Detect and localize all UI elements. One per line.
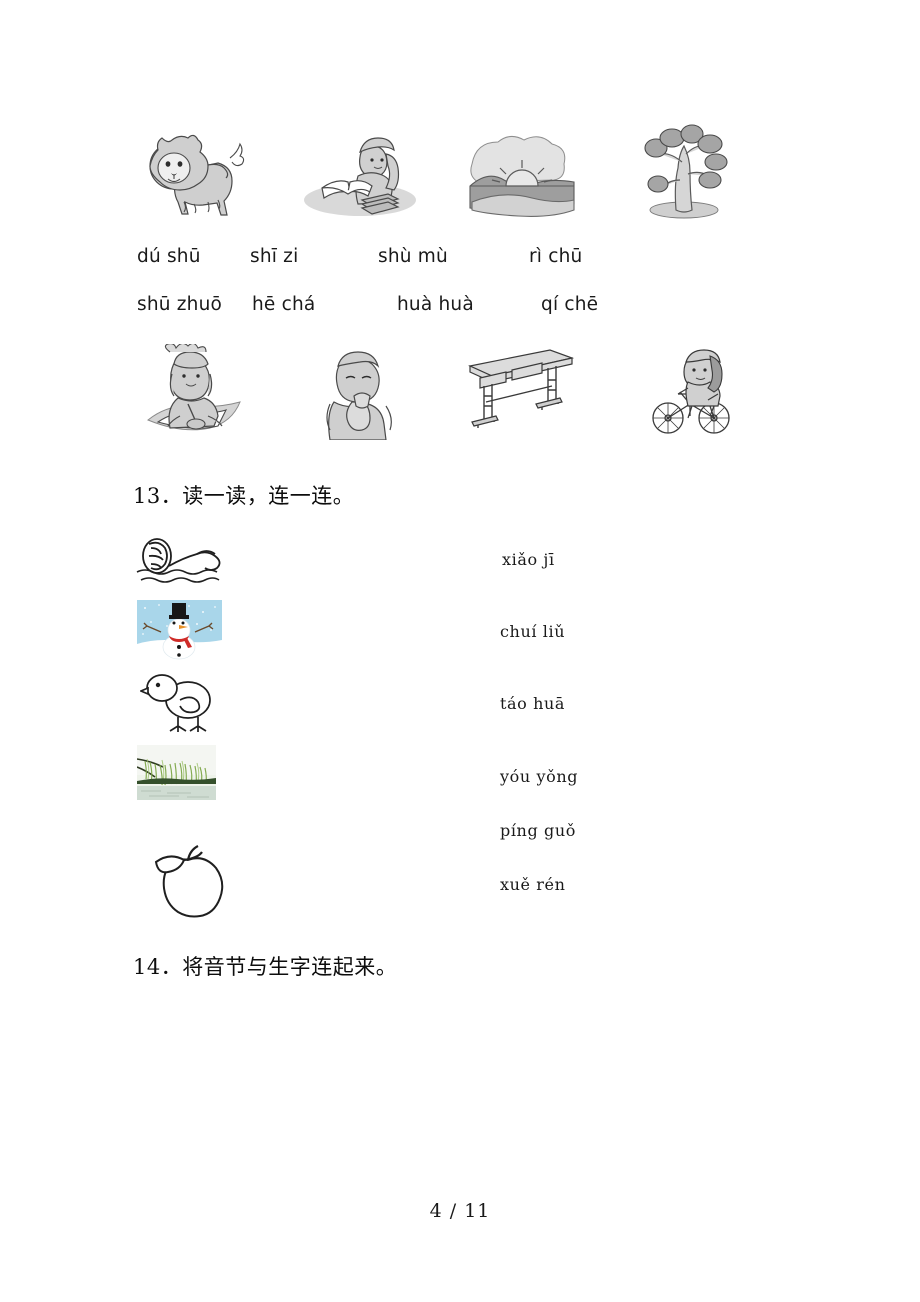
- word-du-shu: dú shū: [137, 246, 201, 267]
- school-desk-illustration: [466, 344, 576, 436]
- girl-drawing-illustration: [144, 344, 248, 440]
- snowman-photo: [137, 600, 222, 660]
- word-shu-zhuo: shū zhuō: [137, 294, 223, 315]
- word-he-cha: hē chá: [252, 294, 316, 315]
- bicycle-illustration: [648, 344, 734, 438]
- pinyin-option-xue-ren: xuě rén: [500, 875, 566, 894]
- pinyin-option-chui-liu: chuí liǔ: [500, 622, 566, 641]
- page-number: 4 / 11: [429, 1200, 491, 1222]
- swimming-illustration: [135, 536, 229, 586]
- chick-illustration: [140, 672, 220, 734]
- word-qi-che: qí chē: [541, 294, 599, 315]
- question-13-heading: 13．读一读，连一连。: [133, 484, 355, 508]
- lion-illustration: [146, 126, 246, 220]
- worksheet-page: dú shū shī zi shù mù rì chū shū zhuō hē …: [0, 0, 920, 1302]
- word-ri-chu: rì chū: [529, 246, 583, 267]
- pinyin-option-ping-guo: píng guǒ: [500, 821, 576, 840]
- boy-drinking-tea-illustration: [318, 344, 404, 440]
- willow-photo: [137, 745, 216, 800]
- apple-illustration: [142, 842, 234, 920]
- question-14-heading: 14．将音节与生字连起来。: [133, 955, 398, 979]
- sunrise-illustration: [466, 128, 578, 220]
- tree-illustration: [636, 122, 734, 220]
- word-shu-mu: shù mù: [378, 246, 448, 267]
- word-shi-zi: shī zi: [250, 246, 299, 267]
- child-reading-illustration: [300, 124, 418, 220]
- pinyin-option-you-yong: yóu yǒng: [500, 767, 579, 786]
- pinyin-option-tao-hua: táo huā: [500, 694, 566, 713]
- word-hua-hua: huà huà: [397, 294, 474, 315]
- pinyin-option-xiao-ji: xiǎo jī: [502, 550, 555, 569]
